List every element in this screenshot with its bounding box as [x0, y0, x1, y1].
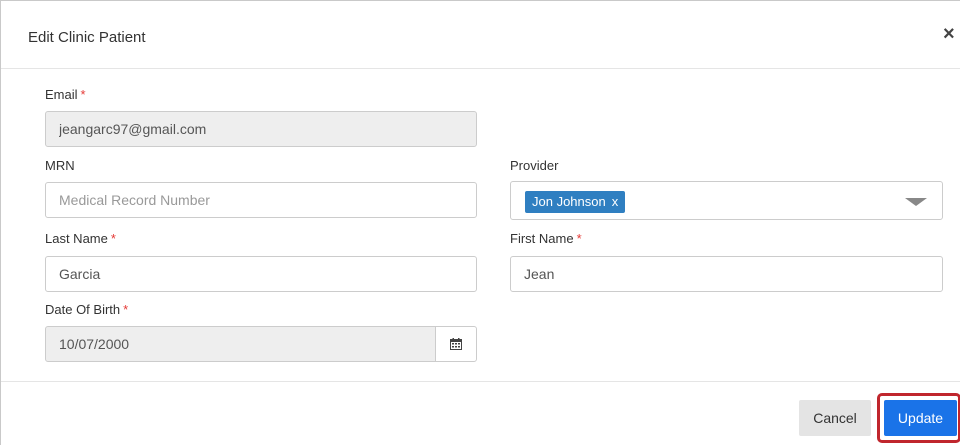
provider-label: Provider [510, 158, 559, 173]
last-name-label-text: Last Name [45, 231, 108, 246]
date-picker-button[interactable] [435, 326, 477, 362]
dob-input[interactable] [45, 326, 436, 362]
modal-header: Edit Clinic Patient × [1, 1, 960, 69]
mrn-label: MRN [45, 158, 75, 173]
email-field[interactable] [45, 111, 477, 147]
first-name-input[interactable] [510, 256, 943, 292]
edit-clinic-patient-modal: Edit Clinic Patient × Email* MRN Provide… [0, 0, 960, 445]
mrn-input[interactable] [45, 182, 477, 218]
required-marker: * [110, 231, 116, 246]
first-name-label-text: First Name [510, 231, 574, 246]
close-icon[interactable]: × [943, 23, 960, 45]
last-name-label: Last Name * [45, 231, 116, 246]
chevron-down-icon[interactable] [905, 198, 927, 206]
last-name-input[interactable] [45, 256, 477, 292]
required-marker: * [80, 87, 86, 102]
calendar-icon [450, 338, 462, 350]
dob-label-text: Date Of Birth [45, 302, 121, 317]
required-marker: * [576, 231, 582, 246]
modal-footer: Cancel Update [1, 381, 960, 446]
first-name-label: First Name * [510, 231, 582, 246]
cancel-button[interactable]: Cancel [799, 400, 871, 436]
modal-title: Edit Clinic Patient [28, 29, 146, 46]
tag-remove-icon[interactable]: x [612, 194, 619, 209]
email-label-text: Email [45, 87, 78, 102]
dob-label: Date Of Birth * [45, 302, 128, 317]
provider-tag: Jon Johnson x [525, 191, 626, 213]
update-button[interactable]: Update [884, 400, 957, 436]
provider-select[interactable]: Jon Johnson x [510, 181, 943, 220]
provider-tag-label: Jon Johnson [532, 194, 606, 209]
required-marker: * [123, 302, 129, 317]
email-label: Email * [45, 87, 86, 102]
